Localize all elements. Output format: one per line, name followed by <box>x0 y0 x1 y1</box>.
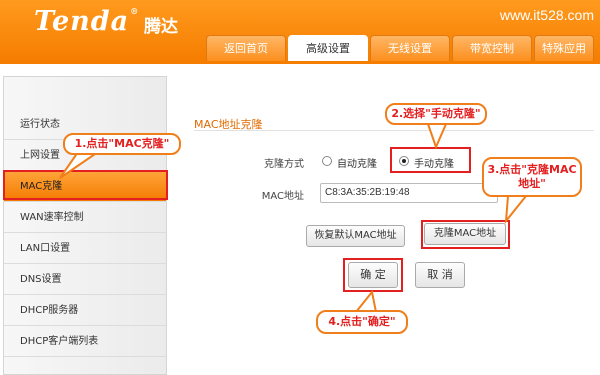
sidebar: 运行状态 上网设置 MAC克隆 WAN速率控制 LAN口设置 DNS设置 DHC… <box>3 76 167 375</box>
callout-step-4: 4.点击"确定" <box>316 310 408 334</box>
callout-step-2: 2.选择"手动克隆" <box>385 103 487 125</box>
sidebar-item-lan-settings[interactable]: LAN口设置 <box>4 233 166 264</box>
callout-step-3: 3.点击"克隆MAC 地址" <box>482 157 582 197</box>
radio-auto-clone[interactable] <box>322 156 332 166</box>
sidebar-item-wan-rate-control[interactable]: WAN速率控制 <box>4 202 166 233</box>
top-tab-bar: 返回首页 高级设置 无线设置 带宽控制 特殊应用 <box>206 35 596 62</box>
radio-manual-clone[interactable] <box>399 156 409 166</box>
radio-auto-clone-label[interactable]: 自动克隆 <box>337 155 377 170</box>
ok-button[interactable]: 确 定 <box>348 262 398 288</box>
clone-mac-button[interactable]: 克隆MAC地址 <box>424 223 506 245</box>
tab-advanced-settings[interactable]: 高级设置 <box>288 35 368 62</box>
tenda-logo: Tenda® <box>34 6 140 37</box>
sidebar-item-mac-clone[interactable]: MAC克隆 <box>4 171 166 202</box>
callout-step-1: 1.点击"MAC克隆" <box>63 133 181 155</box>
sidebar-item-dns-settings[interactable]: DNS设置 <box>4 264 166 295</box>
section-divider <box>194 130 594 131</box>
sidebar-item-dhcp-client-list[interactable]: DHCP客户端列表 <box>4 326 166 357</box>
watermark: www.it528.com <box>499 7 594 23</box>
header-divider <box>0 61 600 64</box>
tab-bandwidth-control[interactable]: 带宽控制 <box>452 35 532 62</box>
mac-address-input[interactable]: C8:3A:35:2B:19:48 <box>320 183 498 203</box>
radio-manual-clone-label[interactable]: 手动克隆 <box>414 155 454 170</box>
header-bar: Tenda® 腾达 www.it528.com 返回首页 高级设置 无线设置 带… <box>0 0 600 62</box>
callout-step-3-line-2: 地址" <box>518 177 546 190</box>
callout-step-3-line-1: 3.点击"克隆MAC <box>487 163 577 176</box>
mac-address-label: MAC地址 <box>261 191 304 202</box>
tab-special-apps[interactable]: 特殊应用 <box>534 35 594 62</box>
tab-wireless-settings[interactable]: 无线设置 <box>370 35 450 62</box>
clone-mode-label: 克隆方式 <box>264 159 304 170</box>
sidebar-item-dhcp-server[interactable]: DHCP服务器 <box>4 295 166 326</box>
router-admin-page: Tenda® 腾达 www.it528.com 返回首页 高级设置 无线设置 带… <box>0 0 600 375</box>
tab-home[interactable]: 返回首页 <box>206 35 286 62</box>
restore-default-mac-button[interactable]: 恢复默认MAC地址 <box>306 225 405 247</box>
logo-chinese-text: 腾达 <box>144 17 178 37</box>
cancel-button[interactable]: 取 消 <box>415 262 465 288</box>
